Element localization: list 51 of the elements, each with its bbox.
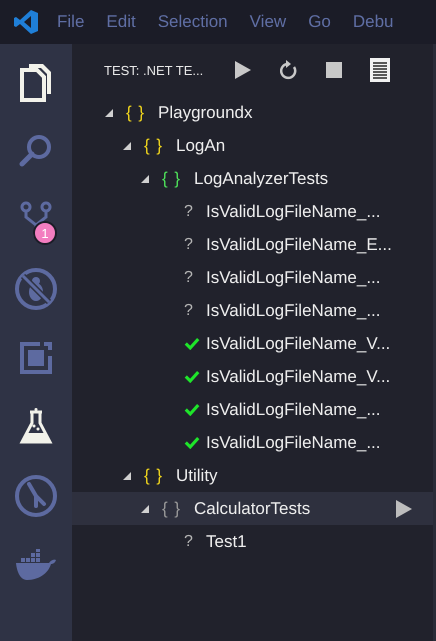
unknown-status-icon: ? [184, 236, 193, 254]
braces-icon: { } [144, 466, 176, 486]
tree-label: Utility [176, 466, 218, 486]
unknown-status-icon: ? [184, 532, 193, 550]
docker-icon[interactable] [15, 548, 57, 580]
tree-label: IsValidLogFileName_... [206, 400, 380, 420]
tree-label: IsValidLogFileName_... [206, 202, 380, 222]
tree-row[interactable]: IsValidLogFileName_V... [72, 327, 433, 360]
extensions-icon[interactable] [18, 340, 54, 376]
tree-label: IsValidLogFileName_... [206, 300, 380, 320]
tree-row[interactable]: ? IsValidLogFileName_... [72, 261, 433, 294]
output-log-icon[interactable] [370, 58, 390, 82]
app-logo-icon [14, 9, 38, 35]
braces-icon: { } [162, 168, 194, 188]
unknown-status-icon: ? [184, 268, 193, 286]
refresh-icon[interactable] [280, 60, 298, 80]
files-icon[interactable] [19, 62, 53, 102]
tree-label: IsValidLogFileName_V... [206, 334, 390, 354]
tree-row[interactable]: IsValidLogFileName_V... [72, 360, 433, 393]
git-graph-icon[interactable] [14, 474, 58, 518]
run-icon[interactable] [395, 498, 413, 518]
tree-row[interactable]: ? IsValidLogFileName_... [72, 294, 433, 327]
tree-row[interactable]: { } CalculatorTests [72, 492, 433, 525]
braces-icon: { } [162, 498, 194, 518]
panel-title: TEST: .NET TE... [104, 62, 204, 78]
tree-label: CalculatorTests [194, 498, 310, 518]
tree-row[interactable]: ? Test1 [72, 525, 433, 558]
tree-row[interactable]: ? IsValidLogFileName_E... [72, 228, 433, 261]
tree-label: LogAn [176, 136, 226, 156]
tree-row[interactable]: { } LogAnalyzerTests [72, 162, 433, 195]
search-icon[interactable] [18, 132, 54, 168]
tree-row[interactable]: { } Playgroundx [72, 96, 433, 129]
tree-row[interactable]: IsValidLogFileName_... [72, 393, 433, 426]
tree-label: IsValidLogFileName_E... [206, 234, 392, 254]
braces-icon: { } [126, 102, 158, 122]
unknown-status-icon: ? [184, 302, 193, 320]
notification-badge: 1 [33, 221, 57, 245]
unknown-status-icon: ? [184, 202, 193, 220]
tree-label: LogAnalyzerTests [194, 168, 328, 188]
tree-row[interactable]: ? IsValidLogFileName_... [72, 195, 433, 228]
tree-label: IsValidLogFileName_V... [206, 366, 390, 386]
tree-label: IsValidLogFileName_... [206, 432, 380, 452]
tree-row[interactable]: { } LogAn [72, 129, 433, 162]
tree-label: Test1 [206, 532, 247, 552]
flask-icon[interactable] [19, 408, 53, 446]
tree-label: Playgroundx [158, 102, 253, 122]
tree-row[interactable]: { } Utility [72, 459, 433, 492]
run-icon[interactable] [234, 60, 252, 80]
tree-row[interactable]: IsValidLogFileName_... [72, 426, 433, 459]
tree-label: IsValidLogFileName_... [206, 268, 380, 288]
braces-icon: { } [144, 136, 176, 156]
